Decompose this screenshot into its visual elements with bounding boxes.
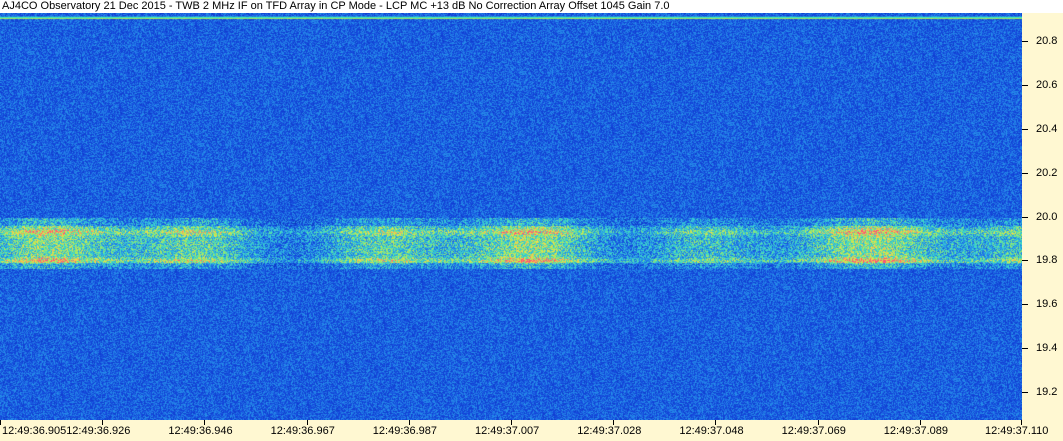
x-tick-label: 12:49:37.069 bbox=[781, 425, 846, 437]
x-tick-label: 12:49:37.007 bbox=[475, 425, 540, 437]
x-tick-label: 12:49:37.110 bbox=[985, 425, 1049, 437]
x-tick-label: 12:49:37.089 bbox=[883, 425, 949, 437]
x-tick-label: 12:49:37.028 bbox=[577, 425, 642, 437]
x-tick-label: 12:49:36.926 bbox=[66, 425, 131, 437]
y-tick bbox=[1022, 304, 1028, 306]
x-tick-label: 12:49:36.905 bbox=[2, 425, 67, 437]
y-tick bbox=[1022, 172, 1028, 174]
spectrogram-plot bbox=[0, 13, 1022, 420]
y-tick-label: 20.6 bbox=[1036, 79, 1058, 92]
time-axis: 12:49:36.905 12:49:36.926 12:49:36.946 12:4… bbox=[0, 420, 1063, 441]
y-tick bbox=[1022, 41, 1028, 43]
x-tick-label: 12:49:36.987 bbox=[372, 425, 438, 437]
y-tick-label: 20.8 bbox=[1036, 35, 1058, 48]
spectrogram-marks bbox=[0, 16, 1022, 262]
y-tick-label: 20.4 bbox=[1036, 122, 1058, 135]
y-tick bbox=[1022, 85, 1028, 87]
y-tick bbox=[1022, 347, 1028, 349]
y-tick-label: 19.4 bbox=[1036, 341, 1058, 354]
y-tick-label: 19.2 bbox=[1036, 385, 1058, 398]
x-tick bbox=[0, 420, 1, 425]
x-tick-label: 12:49:36.946 bbox=[168, 425, 233, 437]
y-tick bbox=[1022, 216, 1028, 218]
x-tick-label: 12:49:37.048 bbox=[679, 425, 744, 437]
emission-band bbox=[0, 225, 1022, 262]
y-tick-label: 19.8 bbox=[1036, 254, 1058, 267]
y-tick bbox=[1022, 391, 1028, 393]
y-tick bbox=[1022, 260, 1028, 262]
x-tick-label: 12:49:36.967 bbox=[270, 425, 335, 437]
y-tick-label: 20.2 bbox=[1036, 166, 1058, 179]
title-bar: AJ4CO Observatory 21 Dec 2015 - TWB 2 MH… bbox=[0, 0, 1063, 13]
frequency-axis: 20.8 20.6 20.4 20.2 20.0 19.8 19.6 19.4 19.2 bbox=[1022, 13, 1063, 420]
y-tick-label: 20.0 bbox=[1036, 210, 1058, 223]
y-tick-label: 19.6 bbox=[1036, 298, 1058, 311]
y-tick bbox=[1022, 128, 1028, 130]
chart-title: AJ4CO Observatory 21 Dec 2015 - TWB 2 MH… bbox=[2, 0, 670, 12]
